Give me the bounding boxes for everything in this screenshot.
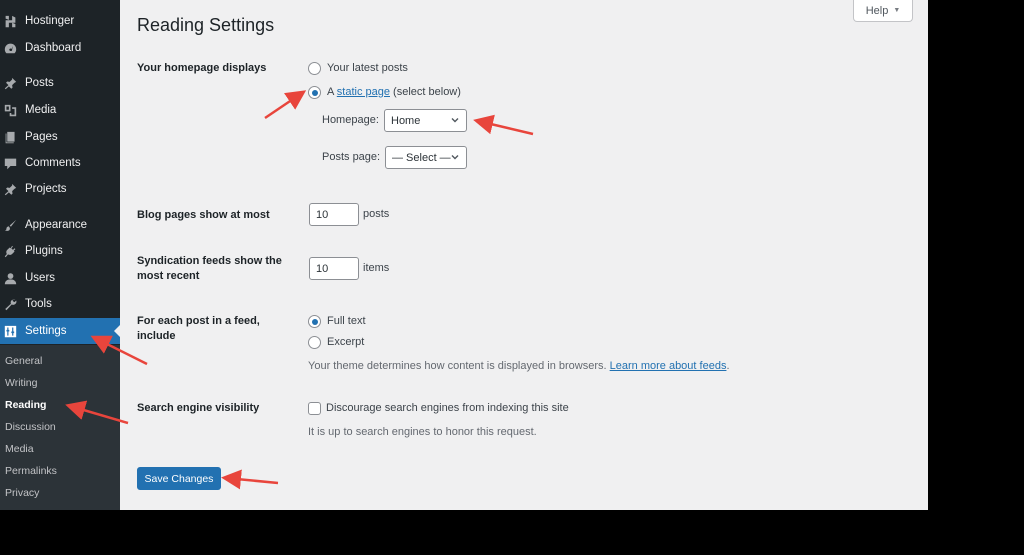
submenu-item-media[interactable]: Media: [5, 443, 34, 455]
settings-submenu: General Writing Reading Discussion Media…: [0, 345, 120, 510]
feed-content-label: For each post in a feed, include: [137, 314, 260, 344]
full-text-label[interactable]: Full text: [327, 315, 366, 327]
posts-page-select-value: — Select —: [392, 151, 451, 164]
latest-posts-radio[interactable]: [308, 62, 321, 75]
main-content: Help ▼ Reading Settings Your homepage di…: [120, 0, 928, 510]
help-button[interactable]: Help ▼: [853, 0, 913, 22]
sidebar-item-label: Comments: [25, 157, 81, 169]
wp-admin-window: Hostinger Dashboard Posts Media Pages Co…: [0, 0, 928, 510]
chevron-down-icon: [451, 155, 459, 160]
wrench-icon: [3, 297, 17, 311]
syndication-label-line2: most recent: [137, 270, 200, 282]
user-icon: [3, 271, 17, 285]
sidebar-item-label: Media: [25, 104, 57, 116]
homepage-select[interactable]: Home: [384, 109, 467, 132]
discourage-search-checkbox[interactable]: [308, 402, 321, 415]
dashboard-gauge-icon: [3, 41, 17, 55]
sidebar-item-settings[interactable]: Settings: [0, 318, 120, 344]
comment-bubble-icon: [3, 156, 17, 170]
submenu-item-discussion[interactable]: Discussion: [5, 421, 56, 433]
blog-pages-input[interactable]: [309, 203, 359, 226]
sidebar-item-label: Pages: [25, 131, 58, 143]
pages-icon: [3, 130, 17, 144]
sidebar-item-plugins[interactable]: Plugins: [0, 238, 120, 264]
save-changes-button[interactable]: Save Changes: [137, 467, 221, 490]
static-page-suffix: (select below): [390, 86, 461, 98]
feed-description: Your theme determines how content is dis…: [308, 360, 730, 372]
static-page-prefix: A: [327, 86, 337, 98]
homepage-displays-label: Your homepage displays: [137, 62, 267, 74]
posts-page-select-label: Posts page:: [322, 151, 381, 163]
sidebar-item-label: Hostinger: [25, 15, 75, 27]
submenu-item-writing[interactable]: Writing: [5, 377, 37, 389]
static-page-label[interactable]: A static page (select below): [327, 86, 461, 98]
submenu-item-privacy[interactable]: Privacy: [5, 487, 39, 499]
sidebar-item-tools[interactable]: Tools: [0, 291, 120, 317]
sidebar-item-comments[interactable]: Comments: [0, 150, 120, 176]
learn-more-feeds-link[interactable]: Learn more about feeds: [610, 360, 727, 372]
admin-sidebar: Hostinger Dashboard Posts Media Pages Co…: [0, 0, 120, 510]
feed-description-end: .: [726, 360, 730, 372]
settings-sliders-icon: [3, 324, 17, 338]
plug-icon: [3, 244, 17, 258]
blog-pages-label: Blog pages show at most: [137, 209, 270, 221]
sidebar-item-appearance[interactable]: Appearance: [0, 212, 120, 238]
help-label: Help: [865, 4, 889, 17]
feed-content-label-line2: include: [137, 330, 176, 342]
media-icon: [3, 103, 17, 117]
excerpt-radio[interactable]: [308, 336, 321, 349]
sidebar-item-hostinger[interactable]: Hostinger: [0, 8, 120, 34]
latest-posts-label[interactable]: Your latest posts: [327, 62, 408, 74]
homepage-select-label: Homepage:: [322, 114, 379, 126]
chevron-down-icon: [451, 118, 459, 123]
feed-content-label-line1: For each post in a feed,: [137, 315, 260, 327]
pushpin-icon: [3, 76, 17, 90]
homepage-select-value: Home: [391, 114, 421, 127]
sidebar-item-users[interactable]: Users: [0, 265, 120, 291]
sidebar-item-label: Projects: [25, 183, 67, 195]
submenu-item-permalinks[interactable]: Permalinks: [5, 465, 57, 477]
sidebar-item-pages[interactable]: Pages: [0, 124, 120, 150]
static-page-radio[interactable]: [308, 86, 321, 99]
sidebar-item-dashboard[interactable]: Dashboard: [0, 35, 120, 61]
feed-description-text: Your theme determines how content is dis…: [308, 360, 610, 372]
search-visibility-label: Search engine visibility: [137, 402, 260, 414]
page-title: Reading Settings: [137, 15, 275, 35]
paintbrush-icon: [3, 218, 17, 232]
sidebar-item-label: Dashboard: [25, 42, 82, 54]
submenu-item-reading[interactable]: Reading: [5, 399, 46, 411]
pushpin-icon: [3, 182, 17, 196]
sidebar-item-label: Posts: [25, 77, 54, 89]
sidebar-item-label: Users: [25, 272, 56, 284]
sidebar-item-projects[interactable]: Projects: [0, 176, 120, 202]
discourage-search-label[interactable]: Discourage search engines from indexing …: [326, 402, 569, 414]
syndication-label: Syndication feeds show the most recent: [137, 254, 282, 284]
sidebar-item-label: Plugins: [25, 245, 63, 257]
static-page-link[interactable]: static page: [337, 86, 390, 98]
syndication-label-line1: Syndication feeds show the: [137, 255, 282, 267]
excerpt-label[interactable]: Excerpt: [327, 336, 364, 348]
full-text-radio[interactable]: [308, 315, 321, 328]
search-visibility-description: It is up to search engines to honor this…: [308, 426, 537, 438]
sidebar-item-label: Appearance: [25, 219, 88, 231]
syndication-unit: items: [363, 262, 390, 274]
sidebar-item-posts[interactable]: Posts: [0, 70, 120, 96]
sidebar-item-media[interactable]: Media: [0, 97, 120, 123]
blog-pages-unit: posts: [363, 208, 390, 220]
sidebar-item-label: Settings: [25, 325, 67, 337]
submenu-item-general[interactable]: General: [5, 355, 42, 367]
caret-down-icon: ▼: [893, 7, 901, 14]
posts-page-select[interactable]: — Select —: [385, 146, 467, 169]
syndication-input[interactable]: [309, 257, 359, 280]
sidebar-item-label: Tools: [25, 298, 52, 310]
hostinger-logo-icon: [3, 14, 17, 28]
